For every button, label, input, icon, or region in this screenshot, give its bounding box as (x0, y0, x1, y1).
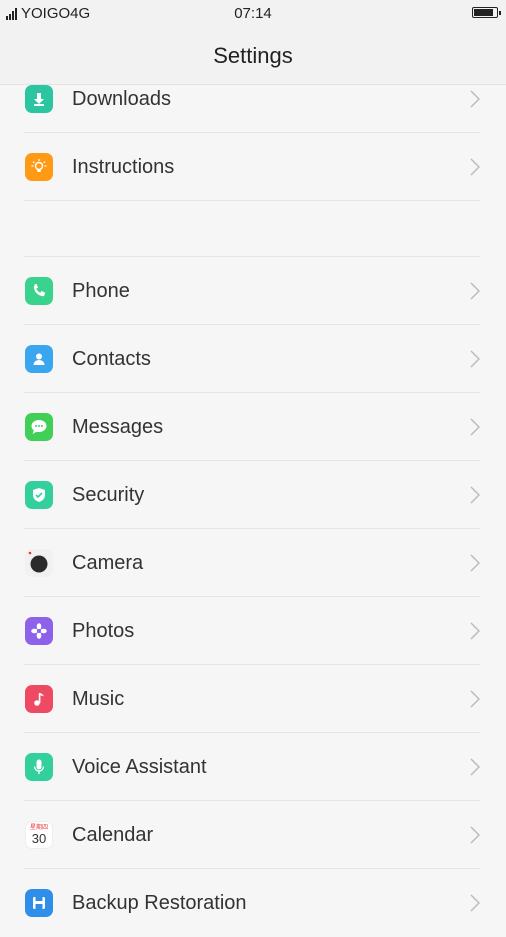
section-spacer (0, 201, 506, 257)
flower-icon (25, 617, 53, 645)
status-bar: YOIGO4G 07:14 (0, 0, 506, 28)
chevron-right-icon (470, 486, 480, 504)
chevron-right-icon (470, 690, 480, 708)
floppy-disk-icon (25, 889, 53, 917)
settings-item-label: Calendar (72, 824, 154, 846)
chevron-right-icon (470, 758, 480, 776)
chevron-right-icon (470, 90, 480, 108)
contact-icon (25, 345, 53, 373)
chevron-right-icon (470, 158, 480, 176)
chevron-right-icon (470, 554, 480, 572)
settings-item-contacts[interactable]: Contacts (0, 325, 506, 393)
settings-item-phone[interactable]: Phone (0, 257, 506, 325)
chevron-right-icon (470, 826, 480, 844)
settings-item-label: Camera (72, 552, 144, 574)
music-note-icon (25, 685, 53, 713)
settings-item-instructions[interactable]: Instructions (0, 133, 506, 201)
lightbulb-icon (25, 153, 53, 181)
settings-item-music[interactable]: Music (0, 665, 506, 733)
settings-list[interactable]: Downloads Instructions Phone Contacts Me… (0, 85, 506, 937)
battery-level (474, 9, 494, 16)
message-icon (25, 413, 53, 441)
settings-item-label: Voice Assistant (72, 756, 207, 778)
settings-item-label: Music (72, 688, 125, 710)
settings-item-voice-assistant[interactable]: Voice Assistant (0, 733, 506, 801)
chevron-right-icon (470, 282, 480, 300)
settings-item-photos[interactable]: Photos (0, 597, 506, 665)
settings-item-messages[interactable]: Messages (0, 393, 506, 461)
battery-icon (472, 7, 501, 18)
calendar-icon: 星期四 30 (25, 821, 53, 849)
calendar-day: 30 (31, 831, 47, 846)
download-icon (25, 85, 53, 113)
chevron-right-icon (470, 418, 480, 436)
settings-item-downloads[interactable]: Downloads (0, 65, 506, 133)
settings-item-label: Contacts (72, 348, 151, 370)
settings-item-label: Photos (72, 620, 135, 642)
settings-item-label: Instructions (72, 156, 175, 178)
settings-item-label: Downloads (72, 88, 171, 110)
clock: 07:14 (234, 5, 272, 22)
settings-item-label: Security (72, 484, 145, 506)
settings-item-security[interactable]: Security (0, 461, 506, 529)
settings-item-label: Backup Restoration (72, 892, 247, 914)
microphone-icon (25, 753, 53, 781)
settings-item-label: Phone (72, 280, 130, 302)
settings-item-backup-restoration[interactable]: Backup Restoration (0, 869, 506, 937)
chevron-right-icon (470, 622, 480, 640)
settings-item-calendar[interactable]: 星期四 30 Calendar (0, 801, 506, 869)
settings-item-label: Messages (72, 416, 164, 438)
shield-icon (25, 481, 53, 509)
camera-icon (25, 549, 53, 577)
phone-icon (25, 277, 53, 305)
chevron-right-icon (470, 350, 480, 368)
chevron-right-icon (470, 894, 480, 912)
settings-item-camera[interactable]: Camera (0, 529, 506, 597)
